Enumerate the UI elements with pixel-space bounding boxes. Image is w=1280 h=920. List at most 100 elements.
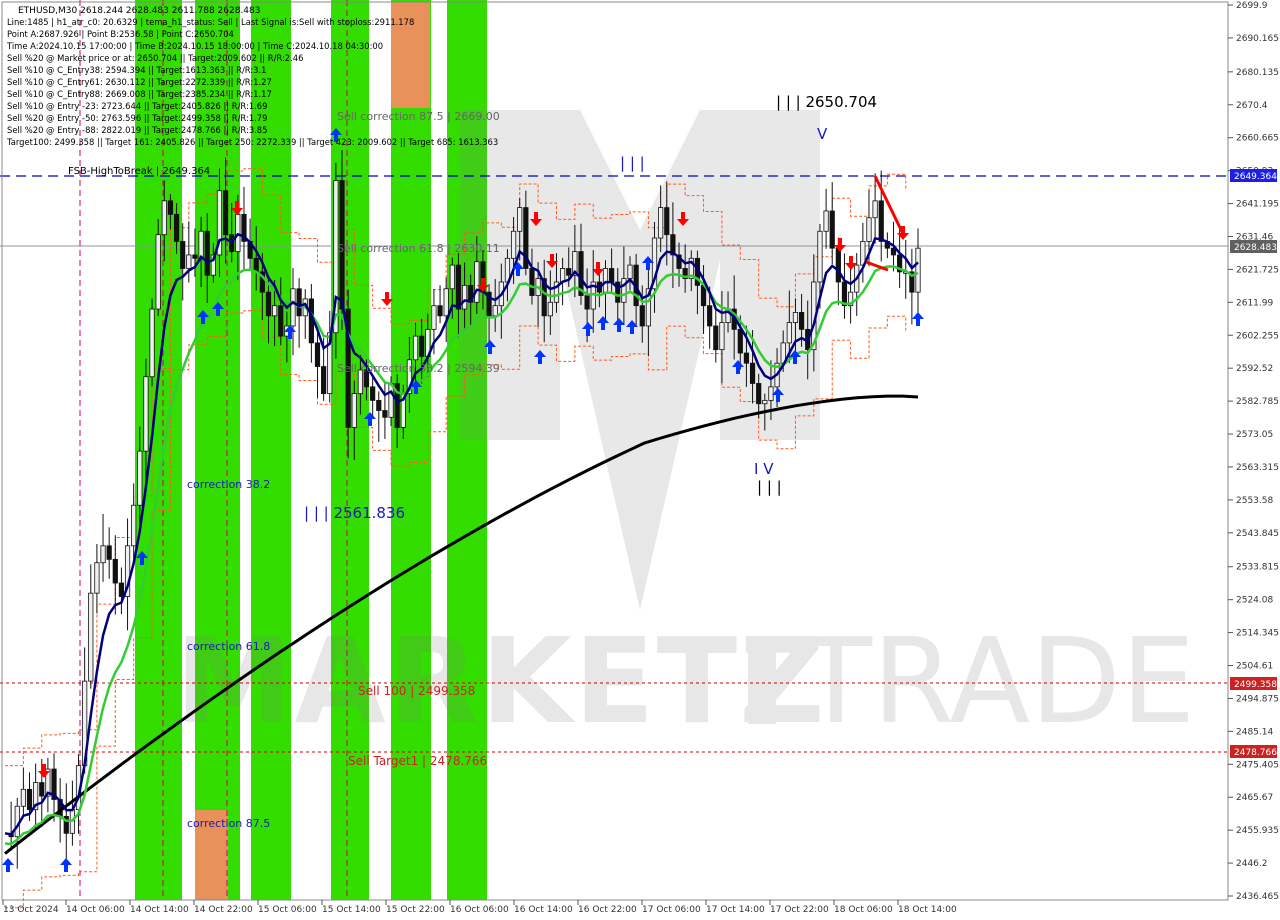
time-tick-label: 15 Oct 14:00 (322, 905, 381, 915)
candle-body (584, 295, 590, 310)
candle-body (382, 410, 388, 418)
price-tick-label: 2465.67 (1236, 793, 1273, 803)
price-tick-label: 2690.165 (1236, 34, 1279, 44)
candle-body (461, 284, 468, 310)
wave-iii-top-label: | | | (620, 154, 645, 172)
watermark-text-a: MARKETZ (175, 612, 827, 750)
candle-body (131, 504, 137, 547)
price-tick-label: 2621.725 (1236, 265, 1279, 275)
candle-body (566, 268, 572, 276)
price-tick-label: 2670.4 (1236, 101, 1268, 111)
candle-body (719, 322, 725, 351)
candle-body (707, 305, 713, 327)
candle-body (749, 362, 756, 384)
candle-body (388, 383, 394, 418)
fsb-label: FSB-HighToBreak | 2649.364 (68, 166, 210, 177)
watermark-text-b: TRADE (799, 612, 1195, 750)
price-tick-label: 2543.845 (1236, 529, 1279, 539)
price-tick-label: 2475.405 (1236, 760, 1279, 770)
candle-body (204, 230, 210, 276)
candle-body (143, 376, 149, 452)
price-tick-label: 2553.58 (1236, 496, 1273, 506)
target1-price-tag-text: 2478.766 (1234, 748, 1277, 758)
price-tick-label: 2514.345 (1236, 629, 1279, 639)
candle-body (94, 562, 100, 594)
candle-body (419, 335, 425, 357)
candle-body (314, 342, 321, 367)
price-tick-label: 2602.255 (1236, 331, 1279, 341)
price-tick-label: 2699.9 (1236, 1, 1268, 11)
candle-body (253, 257, 259, 273)
candle-body (627, 264, 633, 280)
candle-body (112, 558, 118, 584)
candle-body (872, 200, 878, 219)
price-tick-label: 2485.14 (1236, 727, 1273, 737)
candle-body (412, 335, 419, 361)
candle-body (296, 288, 302, 317)
candle-body (351, 393, 357, 428)
candle-body (137, 450, 143, 506)
candle-body (431, 305, 437, 330)
candle-body (437, 305, 443, 317)
sell-correction-382-label: Sell correction 38.2 | 2594.39 (337, 362, 500, 375)
time-tick-label: 14 Oct 14:00 (130, 905, 189, 915)
symbol-line: ETHUSD,M30 2618.244 2628.483 2611.788 26… (18, 6, 260, 16)
time-tick-label: 14 Oct 22:00 (194, 905, 253, 915)
candle-body (272, 305, 278, 317)
sell-100-label: Sell 100 | 2499.358 (358, 684, 475, 698)
candle-body (173, 213, 180, 242)
candle-body (713, 325, 719, 351)
info-line: Sell %20 @ Entry -50: 2763.596 || Target… (7, 113, 267, 123)
sell-target1-label: Sell Target1 | 2478.766 (348, 754, 487, 768)
price-tick-label: 2533.815 (1236, 563, 1279, 573)
time-tick-label: 17 Oct 22:00 (770, 905, 829, 915)
price-tick-label: 2660.665 (1236, 134, 1279, 144)
candle-body (823, 210, 829, 232)
candle-body (798, 312, 805, 330)
candle-body (161, 200, 167, 236)
candle-body (915, 247, 921, 293)
price-tick-label: 2592.52 (1236, 364, 1273, 374)
candle-body (20, 788, 26, 807)
candle-body (474, 261, 480, 303)
price-tick-label: 2524.08 (1236, 596, 1273, 606)
correction-875-label: correction 87.5 (187, 817, 270, 830)
candle-body (376, 399, 382, 411)
candle-body (235, 213, 241, 252)
candle-body (529, 268, 535, 296)
time-tick-label: 16 Oct 06:00 (450, 905, 509, 915)
time-tick-label: 17 Oct 14:00 (706, 905, 765, 915)
time-tick-label: 14 Oct 06:00 (66, 905, 125, 915)
candle-body (658, 207, 664, 239)
price-tick-label: 2455.935 (1236, 826, 1279, 836)
time-tick-label: 15 Oct 22:00 (386, 905, 445, 915)
fsb-price-tag-text: 2649.364 (1234, 172, 1277, 182)
info-line: Sell %10 @ C_Entry88: 2669.008 || Target… (7, 89, 272, 99)
candle-body (510, 230, 517, 259)
signal-zone (195, 0, 240, 900)
candle-body (492, 305, 498, 317)
candle-body (155, 234, 161, 310)
candle-body (756, 383, 762, 405)
price-tick-label: 2641.195 (1236, 200, 1279, 210)
candle-body (443, 288, 449, 317)
candle-body (786, 322, 792, 344)
candle-body (100, 545, 106, 564)
candle-body (265, 291, 272, 317)
candle-body (180, 241, 186, 269)
candle-body (88, 592, 94, 682)
candle-body (602, 268, 609, 293)
candle-body (222, 190, 229, 236)
candle-body (835, 247, 841, 283)
candle-body (664, 207, 670, 236)
candle-body (866, 217, 872, 242)
info-line: Target100: 2499.358 || Target 161: 2405.… (6, 137, 498, 147)
info-line: Sell %10 @ C_Entry61: 2630.112 || Target… (7, 77, 272, 87)
price-tick-label: 2582.785 (1236, 397, 1279, 407)
candle-body (278, 305, 284, 337)
candle-body (829, 210, 835, 249)
sell100-price-tag-text: 2499.358 (1234, 680, 1277, 690)
candle-body (639, 305, 645, 327)
correction-618-label: correction 61.8 (187, 640, 270, 653)
price-tick-label: 2680.135 (1236, 68, 1279, 78)
